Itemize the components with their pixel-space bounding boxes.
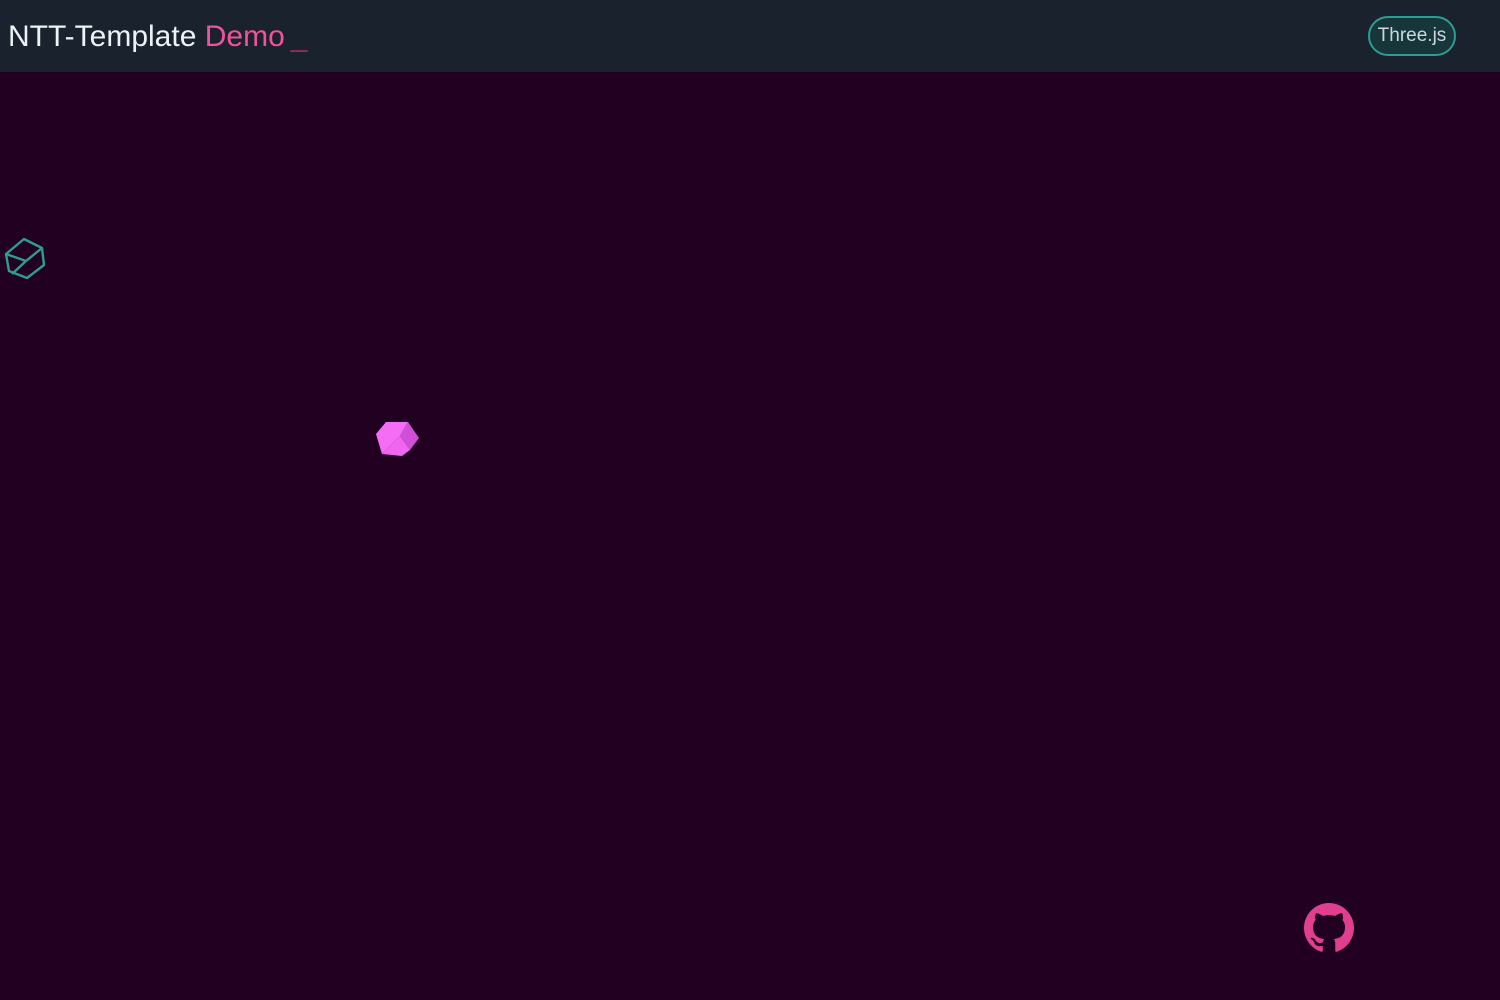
title-main: NTT-Template — [8, 20, 197, 53]
threejs-canvas[interactable] — [0, 72, 1500, 1000]
title-cursor: _ — [290, 20, 308, 53]
solid-cube — [376, 422, 419, 456]
github-icon[interactable] — [1304, 903, 1354, 953]
page-title: NTT-Template Demo _ — [8, 18, 307, 56]
wireframe-cube — [4, 237, 46, 280]
threejs-tag-button[interactable]: Three.js — [1368, 16, 1456, 56]
app-header: NTT-Template Demo _ Three.js — [0, 0, 1500, 72]
title-accent: Demo — [204, 20, 285, 53]
